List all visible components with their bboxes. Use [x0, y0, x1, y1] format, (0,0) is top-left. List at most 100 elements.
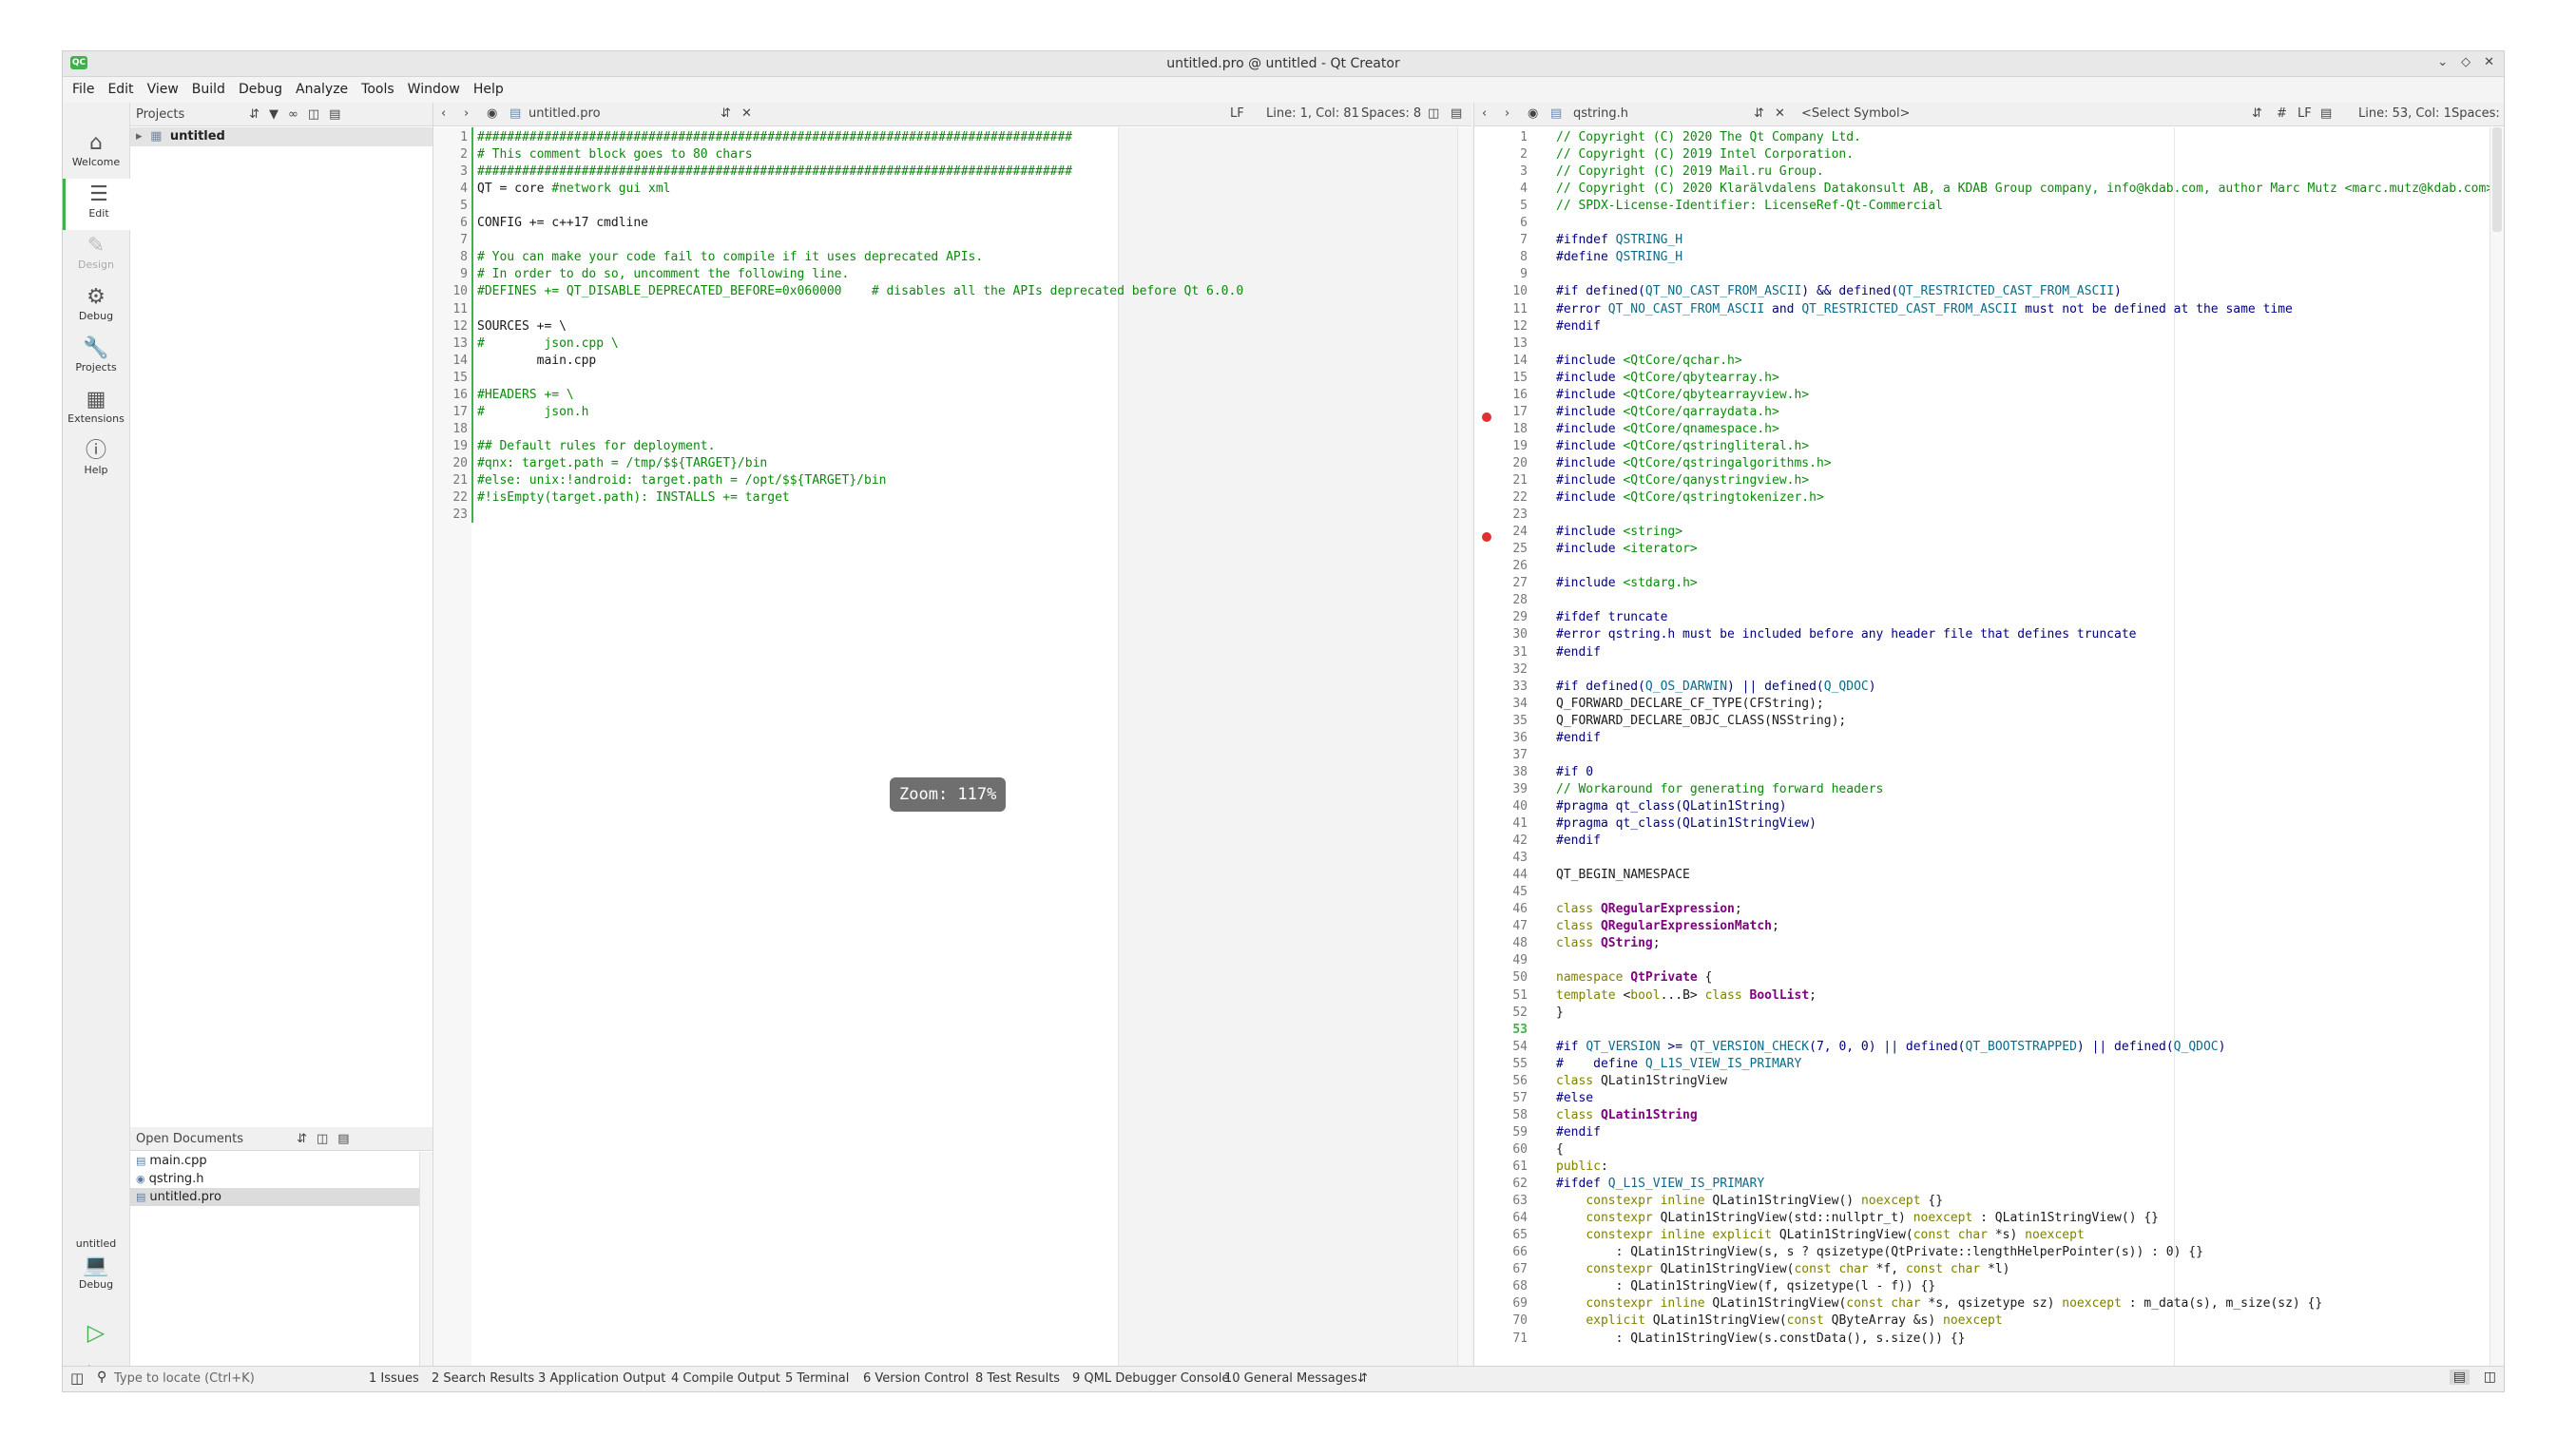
- code-line[interactable]: ########################################…: [477, 163, 1072, 181]
- code-line[interactable]: #pragma qt_class(QLatin1String): [1556, 798, 1787, 815]
- code-line[interactable]: constexpr inline explicit QLatin1StringV…: [1556, 1227, 2084, 1244]
- editor-scrollbar[interactable]: [2490, 127, 2504, 1367]
- mode-help[interactable]: ⓘ Help: [63, 435, 129, 487]
- code-line[interactable]: constexpr QLatin1StringView(std::nullptr…: [1556, 1210, 2159, 1227]
- menu-debug[interactable]: Debug: [239, 82, 282, 97]
- code-line[interactable]: #if QT_VERSION >= QT_VERSION_CHECK(7, 0,…: [1556, 1039, 2225, 1056]
- code-line[interactable]: // Copyright (C) 2020 The Qt Company Ltd…: [1556, 129, 1861, 146]
- code-line[interactable]: SOURCES += \: [477, 318, 567, 335]
- code-line[interactable]: // Workaround for generating forward hea…: [1556, 781, 1883, 798]
- cursor-position[interactable]: Line: 1, Col: 81: [1266, 106, 1359, 121]
- lock-icon[interactable]: ◉: [1528, 106, 1538, 121]
- back-icon[interactable]: ‹: [1482, 106, 1487, 121]
- code-line[interactable]: #ifdef Q_L1S_VIEW_IS_PRIMARY: [1556, 1176, 1764, 1193]
- code-line[interactable]: #if defined(Q_OS_DARWIN) || defined(Q_QD…: [1556, 679, 1876, 696]
- code-line[interactable]: // Copyright (C) 2020 Klarälvdalens Data…: [1556, 181, 2493, 198]
- mode-edit[interactable]: ☰ Edit: [63, 179, 132, 230]
- document-combo[interactable]: untitled.pro: [529, 106, 601, 121]
- code-line[interactable]: class QRegularExpression;: [1556, 901, 1742, 918]
- code-line[interactable]: main.cpp: [477, 353, 597, 370]
- pane-button-application-output[interactable]: 3 Application Output: [538, 1371, 665, 1386]
- code-line[interactable]: #define QSTRING_H: [1556, 249, 1682, 266]
- expand-arrow-icon[interactable]: ▸: [136, 129, 143, 144]
- mode-debug[interactable]: ⚙ Debug: [63, 281, 129, 333]
- menu-window[interactable]: Window: [408, 82, 460, 97]
- code-line[interactable]: #error QT_NO_CAST_FROM_ASCII and QT_REST…: [1556, 301, 2293, 318]
- menu-view[interactable]: View: [147, 82, 179, 97]
- code-line[interactable]: #if defined(QT_NO_CAST_FROM_ASCII) && de…: [1556, 283, 2122, 300]
- code-line[interactable]: #include <iterator>: [1556, 541, 1698, 558]
- code-line[interactable]: class QLatin1StringView: [1556, 1073, 1727, 1090]
- pane-button-qml-debugger-console[interactable]: 9 QML Debugger Console: [1072, 1371, 1229, 1386]
- forward-icon[interactable]: ›: [1505, 106, 1509, 121]
- menu-edit[interactable]: Edit: [107, 82, 133, 97]
- open-documents-combo[interactable]: Open Documents ⇵: [136, 1132, 307, 1146]
- code-line[interactable]: namespace QtPrivate {: [1556, 969, 1712, 987]
- code-line[interactable]: constexpr inline QLatin1StringView(const…: [1556, 1295, 2322, 1312]
- code-line[interactable]: ########################################…: [477, 129, 1072, 146]
- symbol-combo[interactable]: <Select Symbol>: [1801, 106, 1910, 121]
- code-line[interactable]: {: [1556, 1141, 1564, 1159]
- code-line[interactable]: class QRegularExpressionMatch;: [1556, 918, 1779, 935]
- indentation-label[interactable]: Spaces: 8: [1361, 106, 1421, 121]
- more-panes-icon[interactable]: ⇵: [1357, 1371, 1368, 1386]
- code-line[interactable]: class QLatin1String: [1556, 1107, 1698, 1124]
- code-line[interactable]: : QLatin1StringView(s, s ? qsizetype(QtP…: [1556, 1244, 2203, 1261]
- code-line[interactable]: #endif: [1556, 833, 1601, 850]
- code-line[interactable]: #include <QtCore/qstringalgorithms.h>: [1556, 455, 1832, 472]
- code-line[interactable]: : QLatin1StringView(f, qsizetype(l - f))…: [1556, 1278, 1936, 1295]
- project-tree-root[interactable]: ▸ ▦ untitled: [130, 127, 433, 146]
- pane-button-search-results[interactable]: 2 Search Results: [432, 1371, 534, 1386]
- code-line[interactable]: : QLatin1StringView(s.constData(), s.siz…: [1556, 1331, 1966, 1348]
- back-icon[interactable]: ‹: [441, 106, 446, 121]
- code-line[interactable]: ## Default rules for deployment.: [477, 438, 715, 455]
- code-line[interactable]: #DEFINES += QT_DISABLE_DEPRECATED_BEFORE…: [477, 283, 1243, 300]
- code-line[interactable]: #include <QtCore/qchar.h>: [1556, 353, 1742, 370]
- code-line[interactable]: #include <QtCore/qstringliteral.h>: [1556, 438, 1809, 455]
- lock-icon[interactable]: ◉: [487, 106, 497, 121]
- code-line[interactable]: // Copyright (C) 2019 Intel Corporation.: [1556, 146, 1854, 163]
- kit-selector[interactable]: untitled 💻 Debug: [63, 1234, 129, 1310]
- code-line[interactable]: #endif: [1556, 730, 1601, 747]
- pane-button-version-control[interactable]: 6 Version Control: [863, 1371, 969, 1386]
- code-line[interactable]: #include <QtCore/qanystringview.h>: [1556, 472, 1809, 489]
- link-icon[interactable]: ∞: [288, 107, 298, 122]
- code-line[interactable]: // Copyright (C) 2019 Mail.ru Group.: [1556, 163, 1824, 181]
- close-icon[interactable]: ✕: [2484, 55, 2494, 69]
- filter-icon[interactable]: ▼: [269, 107, 279, 122]
- close-document-icon[interactable]: ✕: [1775, 106, 1785, 121]
- code-line[interactable]: #!isEmpty(target.path): INSTALLS += targ…: [477, 489, 790, 507]
- menu-analyze[interactable]: Analyze: [296, 82, 348, 97]
- line-ending-label[interactable]: LF: [1230, 106, 1244, 121]
- code-line[interactable]: #if 0: [1556, 764, 1593, 781]
- menu-help[interactable]: Help: [473, 82, 504, 97]
- toggle-right-sidebar-icon[interactable]: ◫: [2484, 1370, 2496, 1385]
- editor-scrollbar[interactable]: [1457, 127, 1471, 1367]
- scrollbar-thumb[interactable]: [2492, 127, 2502, 232]
- code-line[interactable]: template <bool...B> class BoolList;: [1556, 987, 1817, 1005]
- menu-tools[interactable]: Tools: [361, 82, 394, 97]
- pane-button-compile-output[interactable]: 4 Compile Output: [671, 1371, 780, 1386]
- symbol-combo-arrow-icon[interactable]: ⇵: [2252, 106, 2262, 121]
- projects-view-combo[interactable]: Projects ⇵: [136, 107, 260, 122]
- mode-design[interactable]: ✎ Design: [63, 230, 129, 281]
- toggle-sidebar-icon[interactable]: ◫: [70, 1370, 84, 1387]
- code-line[interactable]: #else: unix:!android: target.path = /opt…: [477, 472, 886, 489]
- code-line[interactable]: #include <QtCore/qstringtokenizer.h>: [1556, 489, 1824, 507]
- maximize-icon[interactable]: ◇: [2461, 55, 2470, 69]
- documents-scrollbar[interactable]: [419, 1152, 433, 1367]
- code-line[interactable]: constexpr inline QLatin1StringView() noe…: [1556, 1193, 1943, 1210]
- indentation-label[interactable]: Spaces: 4: [2451, 106, 2504, 121]
- code-line[interactable]: #qnx: target.path = /tmp/$${TARGET}/bin: [477, 455, 767, 472]
- pane-button-general-messages[interactable]: 10 General Messages: [1224, 1371, 1357, 1386]
- code-line[interactable]: Q_FORWARD_DECLARE_OBJC_CLASS(NSString);: [1556, 713, 1846, 730]
- code-line[interactable]: }: [1556, 1005, 1564, 1022]
- code-line[interactable]: #include <QtCore/qbytearray.h>: [1556, 370, 1779, 387]
- mode-extensions[interactable]: ▦ Extensions: [63, 384, 129, 435]
- code-line[interactable]: #include <QtCore/qarraydata.h>: [1556, 404, 1779, 421]
- mode-projects[interactable]: 🔧 Projects: [63, 333, 129, 384]
- split-icon[interactable]: ◫: [317, 1132, 328, 1146]
- code-line[interactable]: explicit QLatin1StringView(const QByteAr…: [1556, 1312, 2002, 1330]
- pane-button-issues[interactable]: 1 Issues: [369, 1371, 419, 1386]
- code-line[interactable]: # json.cpp \: [477, 335, 619, 353]
